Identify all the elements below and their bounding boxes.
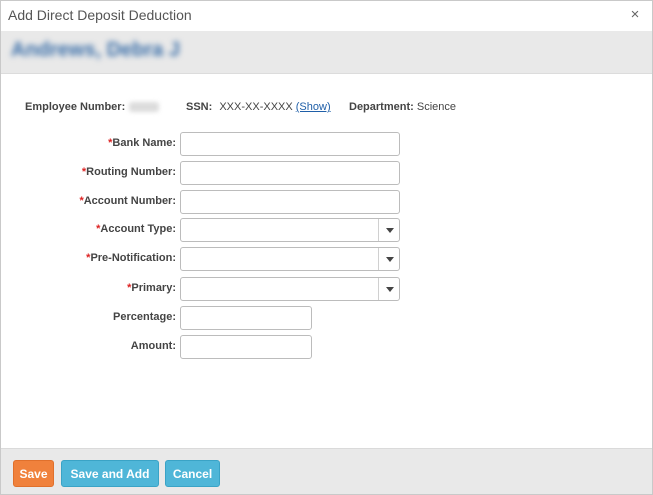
account-number-row: *Account Number: [1, 190, 652, 214]
account-type-label: *Account Type: [96, 223, 176, 235]
account-number-input[interactable] [180, 190, 400, 214]
employee-header: Andrews, Debra J [1, 31, 652, 74]
account-number-label: *Account Number: [79, 195, 176, 207]
routing-number-label: *Routing Number: [81, 166, 176, 178]
routing-number-input[interactable] [180, 161, 400, 185]
amount-input[interactable] [180, 335, 312, 359]
department-info: Department: Science [349, 101, 456, 113]
save-button[interactable]: Save [13, 460, 54, 487]
chevron-down-icon[interactable] [378, 248, 399, 270]
add-direct-deposit-dialog: Add Direct Deposit Deduction × Andrews, … [0, 0, 653, 495]
pre-notification-label: *Pre-Notification: [86, 252, 176, 264]
pre-notification-row: *Pre-Notification: [1, 247, 652, 271]
show-ssn-link[interactable]: (Show) [296, 101, 331, 113]
bank-name-row: *Bank Name: [1, 132, 652, 156]
percentage-row: Percentage: [1, 306, 652, 330]
percentage-input[interactable] [180, 306, 312, 330]
dialog-titlebar: Add Direct Deposit Deduction × [1, 1, 652, 31]
ssn-info: SSN: XXX-XX-XXXX (Show) [186, 101, 331, 113]
employee-number-label: Employee Number: [25, 101, 126, 113]
dialog-title: Add Direct Deposit Deduction [8, 7, 192, 23]
employee-name: Andrews, Debra J [11, 39, 180, 61]
employee-number-info: Employee Number: [25, 101, 160, 113]
close-icon[interactable]: × [628, 7, 642, 22]
primary-label: *Primary: [127, 282, 176, 294]
chevron-down-icon[interactable] [378, 219, 399, 241]
amount-label: Amount: [130, 340, 176, 352]
pre-notification-select[interactable] [180, 247, 400, 271]
account-type-select[interactable] [180, 218, 400, 242]
bank-name-input[interactable] [180, 132, 400, 156]
chevron-down-icon[interactable] [378, 278, 399, 300]
bank-name-label: *Bank Name: [108, 137, 176, 149]
save-and-add-button[interactable]: Save and Add [61, 460, 159, 487]
cancel-button[interactable]: Cancel [165, 460, 220, 487]
routing-number-row: *Routing Number: [1, 161, 652, 185]
account-type-row: *Account Type: [1, 218, 652, 242]
ssn-label: SSN: [186, 101, 213, 113]
ssn-value: XXX-XX-XXXX [219, 101, 293, 113]
primary-row: *Primary: [1, 277, 652, 301]
percentage-label: Percentage: [113, 311, 176, 323]
dialog-footer: Save Save and Add Cancel [1, 448, 652, 494]
department-label: Department: [349, 101, 414, 113]
department-value: Science [416, 101, 456, 113]
amount-row: Amount: [1, 335, 652, 359]
primary-select[interactable] [180, 277, 400, 301]
employee-number-value [129, 102, 160, 113]
